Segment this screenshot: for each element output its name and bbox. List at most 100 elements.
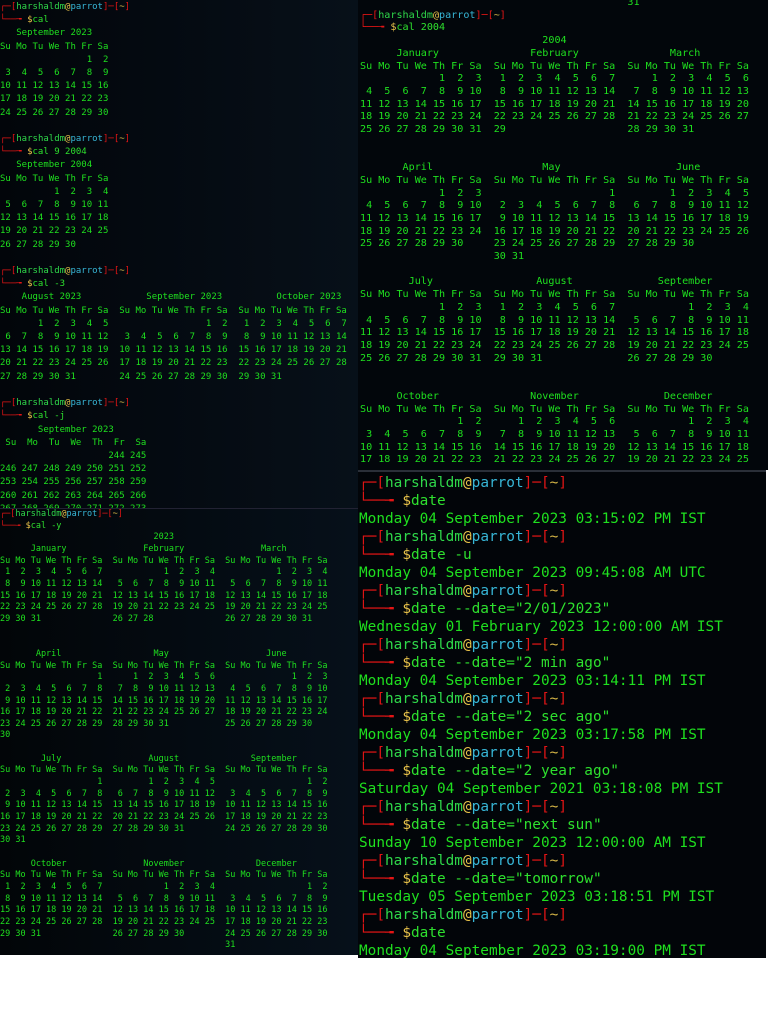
prompt-bracket: ]─[ bbox=[475, 9, 494, 21]
prompt-dollar: $ bbox=[402, 493, 411, 509]
prompt-arrow: └──╼ bbox=[359, 601, 403, 617]
prompt-bracket: ┌─[ bbox=[359, 529, 385, 545]
prompt-bracket: ] bbox=[558, 907, 567, 923]
terminal-date-examples[interactable]: ┌─[harshaldm@parrot]─[~] └──╼ $date Monday… bbox=[358, 470, 766, 958]
prompt-user: harshaldm bbox=[16, 398, 66, 409]
output-line: 8 9 10 11 12 13 14 5 6 7 8 9 10 11 3 4 5… bbox=[0, 893, 328, 904]
output-line: Saturday 04 September 2021 03:18:08 PM I… bbox=[359, 781, 723, 797]
output-line: 13 14 15 16 17 18 19 10 11 12 13 14 15 1… bbox=[0, 345, 347, 356]
command-line: └──╼ $date --date="2 min ago" bbox=[359, 654, 766, 672]
prompt-bracket: ┌─[ bbox=[359, 853, 385, 869]
prompt-bracket: ]─[ bbox=[102, 2, 120, 12]
command-text: date --date="2 sec ago" bbox=[411, 709, 611, 725]
terminal-cal-examples[interactable]: ┌─[harshaldm@parrot]─[~] └──╼ $cal Septem… bbox=[0, 0, 358, 508]
output-line: 1 2 3 4 5 6 7 1 2 3 4 1 2 bbox=[0, 882, 328, 892]
prompt-host: parrot bbox=[471, 583, 524, 599]
prompt-bracket: ┌─[ bbox=[359, 583, 385, 599]
output-line: Su Mo Tu We Th Fr Sa Su Mo Tu We Th Fr S… bbox=[360, 174, 749, 186]
output-line: 10 11 12 13 14 15 16 14 15 16 17 18 19 2… bbox=[360, 441, 749, 453]
command-text: cal 9 2004 bbox=[32, 147, 87, 158]
command-line: └──╼ $cal -y bbox=[0, 521, 358, 533]
prompt-user: harshaldm bbox=[385, 529, 463, 545]
prompt-at: @ bbox=[462, 583, 472, 599]
prompt-dir: ~ bbox=[549, 637, 559, 653]
prompt-line: ┌─[harshaldm@parrot]─[~] bbox=[359, 906, 766, 924]
prompt-line: ┌─[harshaldm@parrot]─[~] bbox=[359, 744, 766, 762]
prompt-line: ┌─[harshaldm@parrot]─[~] bbox=[359, 798, 766, 816]
prompt-line: ┌─[harshaldm@parrot]─[~] bbox=[0, 397, 358, 410]
output-line: April May June bbox=[360, 162, 701, 174]
command-line: └──╼ $cal -j bbox=[0, 410, 358, 423]
output-line: 18 19 20 21 22 23 24 16 17 18 19 20 21 2… bbox=[360, 225, 749, 237]
prompt-bracket: ]─[ bbox=[97, 509, 113, 519]
command-line: └──╼ $date --date="2/01/2023" bbox=[359, 600, 766, 618]
prompt-dir: ~ bbox=[549, 529, 559, 545]
command-text: date --date="2 year ago" bbox=[411, 763, 619, 779]
prompt-bracket: ] bbox=[124, 398, 131, 409]
prompt-host: parrot bbox=[70, 266, 103, 277]
terminal-cal-year[interactable]: ┌─[harshaldm@parrot]─[~] └──╼ $cal -y 202… bbox=[0, 508, 358, 955]
output-line: Su Mo Tu We Th Fr Sa Su Mo Tu We Th Fr S… bbox=[360, 289, 749, 301]
prompt-at: @ bbox=[462, 691, 472, 707]
output-line: 19 20 21 22 23 24 25 bbox=[0, 226, 109, 237]
output-line: Su Mo Tu We Th Fr Sa Su Mo Tu We Th Fr S… bbox=[0, 305, 347, 316]
output-line: Su Mo Tu We Th Fr Sa bbox=[0, 41, 109, 52]
prompt-bracket: ]─[ bbox=[102, 266, 120, 277]
prompt-user: harshaldm bbox=[16, 266, 66, 277]
prompt-host: parrot bbox=[471, 691, 524, 707]
prompt-bracket: ] bbox=[558, 529, 567, 545]
output-line: 2 3 4 5 6 7 8 6 7 8 9 10 11 12 3 4 5 6 7… bbox=[0, 788, 328, 799]
prompt-user: harshaldm bbox=[385, 475, 463, 491]
prompt-bracket: ] bbox=[558, 637, 567, 653]
prompt-line: ┌─[harshaldm@parrot]─[~] bbox=[359, 528, 766, 546]
terminal-cal-2004[interactable]: 31 ┌─[harshaldm@parrot]─[~] └──╼ $cal 2004… bbox=[358, 0, 768, 470]
prompt-at: @ bbox=[462, 475, 472, 491]
output-line: 31 bbox=[0, 940, 236, 951]
prompt-line: ┌─[harshaldm@parrot]─[~] bbox=[359, 690, 766, 708]
prompt-bracket: ]─[ bbox=[523, 583, 550, 599]
output-line: 22 23 24 25 26 27 28 19 20 21 22 23 24 2… bbox=[0, 602, 328, 613]
output-line: 1 2 3 4 5 6 7 1 2 3 4 1 2 3 4 bbox=[0, 567, 328, 578]
output-line: 1 2 3 1 2 3 4 5 6 7 1 2 3 4 bbox=[360, 301, 749, 313]
prompt-at: @ bbox=[462, 907, 472, 923]
output-line: 18 19 20 21 22 23 24 22 23 24 25 26 27 2… bbox=[360, 111, 749, 123]
output-line: 8 9 10 11 12 13 14 5 6 7 8 9 10 11 5 6 7… bbox=[0, 578, 328, 589]
output-line: Monday 04 September 2023 03:19:00 PM IST bbox=[359, 943, 706, 958]
output-line: Monday 04 September 2023 03:15:02 PM IST bbox=[359, 511, 706, 527]
output-line: 11 12 13 14 15 16 17 15 16 17 18 19 20 2… bbox=[360, 327, 749, 339]
command-text: date bbox=[411, 925, 446, 941]
prompt-bracket: ┌─[ bbox=[359, 799, 385, 815]
output-line: 18 19 20 21 22 23 24 22 23 24 25 26 27 2… bbox=[360, 339, 749, 351]
prompt-bracket: ┌─[ bbox=[360, 9, 379, 21]
prompt-arrow: └──╼ bbox=[0, 15, 28, 26]
output-line: 253 254 255 256 257 258 259 bbox=[0, 477, 147, 488]
prompt-bracket: ] bbox=[124, 266, 131, 277]
output-line: 246 247 248 249 250 251 252 bbox=[0, 464, 147, 475]
prompt-host: parrot bbox=[471, 475, 524, 491]
prompt-dollar: $ bbox=[402, 817, 411, 833]
prompt-user: harshaldm bbox=[385, 853, 463, 869]
output-line: 1 2 3 1 2 3 4 5 6 7 1 2 3 4 5 6 bbox=[360, 73, 749, 85]
prompt-bracket: ] bbox=[558, 583, 567, 599]
output-line: Su Mo Tu We Th Fr Sa bbox=[0, 437, 147, 448]
output-line: 4 5 6 7 8 9 10 8 9 10 11 12 13 14 5 6 7 … bbox=[360, 314, 749, 326]
command-text: date -u bbox=[411, 547, 472, 563]
output-line: 23 24 25 26 27 28 29 27 28 29 30 31 24 2… bbox=[0, 823, 328, 834]
prompt-dir: ~ bbox=[549, 745, 559, 761]
command-line: └──╼ $date --date="2 sec ago" bbox=[359, 708, 766, 726]
prompt-bracket: ]─[ bbox=[523, 475, 550, 491]
command-text: cal -j bbox=[32, 411, 66, 422]
prompt-user: harshaldm bbox=[385, 745, 463, 761]
output-line: 16 17 18 19 20 21 22 20 21 22 23 24 25 2… bbox=[0, 812, 328, 823]
output-line: August 2023 September 2023 October 2023 bbox=[0, 292, 342, 303]
output-line: 1 2 1 2 3 4 5 6 1 2 3 4 bbox=[360, 416, 749, 428]
prompt-user: harshaldm bbox=[16, 134, 66, 145]
command-line: └──╼ $cal bbox=[0, 14, 358, 27]
prompt-arrow: └──╼ bbox=[359, 817, 403, 833]
